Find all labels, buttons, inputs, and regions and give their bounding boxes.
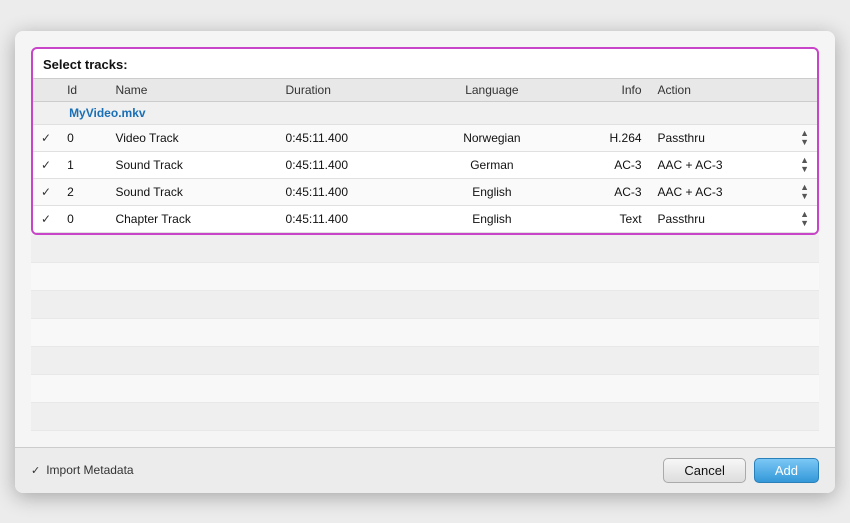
row-id: 0 xyxy=(59,205,107,232)
tracks-panel: Select tracks: Id Name Duration Language… xyxy=(31,47,819,235)
footer-buttons: Cancel Add xyxy=(663,458,819,483)
col-id: Id xyxy=(59,78,107,101)
check-icon: ✓ xyxy=(41,185,51,199)
col-language: Language xyxy=(424,78,561,101)
add-button[interactable]: Add xyxy=(754,458,819,483)
table-row[interactable]: ✓ 1 Sound Track 0:45:11.400 German AC-3 … xyxy=(33,151,817,178)
empty-row-5 xyxy=(31,347,819,375)
row-info: Text xyxy=(560,205,649,232)
col-action: Action xyxy=(650,78,817,101)
filename: MyVideo.mkv xyxy=(59,101,817,124)
row-action[interactable]: AAC + AC-3 ▲▼ xyxy=(650,179,817,205)
row-id: 0 xyxy=(59,124,107,151)
row-language: English xyxy=(424,178,561,205)
row-duration: 0:45:11.400 xyxy=(278,178,424,205)
empty-row-6 xyxy=(31,375,819,403)
col-info: Info xyxy=(560,78,649,101)
row-id: 2 xyxy=(59,178,107,205)
empty-row-4 xyxy=(31,319,819,347)
check-icon: ✓ xyxy=(41,158,51,172)
row-checkbox[interactable]: ✓ xyxy=(33,205,59,232)
row-action-value: AAC + AC-3 xyxy=(658,158,723,172)
row-checkbox[interactable]: ✓ xyxy=(33,178,59,205)
row-checkbox[interactable]: ✓ xyxy=(33,124,59,151)
cancel-button[interactable]: Cancel xyxy=(663,458,745,483)
col-duration: Duration xyxy=(278,78,424,101)
row-stepper[interactable]: ▲▼ xyxy=(800,210,809,228)
file-row-check xyxy=(33,101,59,124)
row-name: Video Track xyxy=(107,124,277,151)
row-duration: 0:45:11.400 xyxy=(278,151,424,178)
row-duration: 0:45:11.400 xyxy=(278,205,424,232)
row-name: Sound Track xyxy=(107,151,277,178)
section-title: Select tracks: xyxy=(33,49,817,78)
row-action[interactable]: Passthru ▲▼ xyxy=(650,206,817,232)
col-check xyxy=(33,78,59,101)
row-info: AC-3 xyxy=(560,178,649,205)
row-language: English xyxy=(424,205,561,232)
row-action-value: Passthru xyxy=(658,212,705,226)
row-language: German xyxy=(424,151,561,178)
row-action-value: Passthru xyxy=(658,131,705,145)
row-id: 1 xyxy=(59,151,107,178)
dialog-footer: ✓ Import Metadata Cancel Add xyxy=(15,447,835,493)
row-stepper[interactable]: ▲▼ xyxy=(800,183,809,201)
import-metadata-label: Import Metadata xyxy=(46,463,133,477)
import-metadata-check-icon: ✓ xyxy=(31,464,40,477)
row-info: H.264 xyxy=(560,124,649,151)
table-header: Id Name Duration Language Info Action xyxy=(33,78,817,101)
row-language: Norwegian xyxy=(424,124,561,151)
row-duration: 0:45:11.400 xyxy=(278,124,424,151)
empty-area xyxy=(31,235,819,431)
row-name: Sound Track xyxy=(107,178,277,205)
tracks-table: Id Name Duration Language Info Action My… xyxy=(33,78,817,233)
empty-row-7 xyxy=(31,403,819,431)
table-row[interactable]: ✓ 0 Video Track 0:45:11.400 Norwegian H.… xyxy=(33,124,817,151)
check-icon: ✓ xyxy=(41,212,51,226)
row-action[interactable]: AAC + AC-3 ▲▼ xyxy=(650,152,817,178)
file-row: MyVideo.mkv xyxy=(33,101,817,124)
empty-row-3 xyxy=(31,291,819,319)
row-info: AC-3 xyxy=(560,151,649,178)
row-stepper[interactable]: ▲▼ xyxy=(800,156,809,174)
empty-row-1 xyxy=(31,235,819,263)
dialog-body: Select tracks: Id Name Duration Language… xyxy=(15,31,835,447)
row-stepper[interactable]: ▲▼ xyxy=(800,129,809,147)
col-name: Name xyxy=(107,78,277,101)
table-row[interactable]: ✓ 2 Sound Track 0:45:11.400 English AC-3… xyxy=(33,178,817,205)
table-body: MyVideo.mkv ✓ 0 Video Track 0:45:11.400 … xyxy=(33,101,817,232)
row-action-value: AAC + AC-3 xyxy=(658,185,723,199)
row-action[interactable]: Passthru ▲▼ xyxy=(650,125,817,151)
import-metadata-section[interactable]: ✓ Import Metadata xyxy=(31,463,134,477)
empty-row-2 xyxy=(31,263,819,291)
table-row[interactable]: ✓ 0 Chapter Track 0:45:11.400 English Te… xyxy=(33,205,817,232)
row-name: Chapter Track xyxy=(107,205,277,232)
select-tracks-dialog: Select tracks: Id Name Duration Language… xyxy=(15,31,835,493)
check-icon: ✓ xyxy=(41,131,51,145)
row-checkbox[interactable]: ✓ xyxy=(33,151,59,178)
